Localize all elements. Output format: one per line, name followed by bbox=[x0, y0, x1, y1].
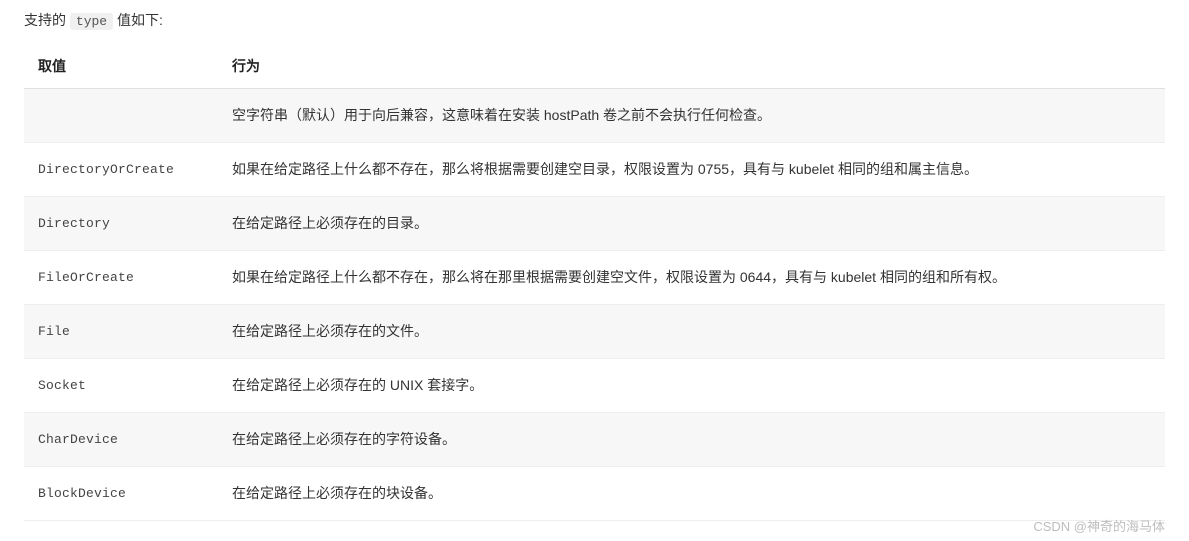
table-row: CharDevice 在给定路径上必须存在的字符设备。 bbox=[24, 413, 1165, 467]
table-row: BlockDevice 在给定路径上必须存在的块设备。 bbox=[24, 467, 1165, 521]
intro-text: 支持的 type 值如下: bbox=[24, 10, 1165, 30]
type-cell: File bbox=[24, 305, 218, 359]
table-row: 空字符串（默认）用于向后兼容，这意味着在安装 hostPath 卷之前不会执行任… bbox=[24, 89, 1165, 143]
table-row: FileOrCreate 如果在给定路径上什么都不存在，那么将在那里根据需要创建… bbox=[24, 251, 1165, 305]
table-header-row: 取值 行为 bbox=[24, 44, 1165, 89]
intro-code: type bbox=[70, 13, 113, 30]
header-col-behavior: 行为 bbox=[218, 44, 1165, 89]
behavior-cell: 在给定路径上必须存在的字符设备。 bbox=[218, 413, 1165, 467]
type-cell: Socket bbox=[24, 359, 218, 413]
type-cell: FileOrCreate bbox=[24, 251, 218, 305]
type-cell: CharDevice bbox=[24, 413, 218, 467]
intro-prefix: 支持的 bbox=[24, 12, 70, 28]
behavior-cell: 在给定路径上必须存在的 UNIX 套接字。 bbox=[218, 359, 1165, 413]
table-row: File 在给定路径上必须存在的文件。 bbox=[24, 305, 1165, 359]
type-table: 取值 行为 空字符串（默认）用于向后兼容，这意味着在安装 hostPath 卷之… bbox=[24, 44, 1165, 521]
type-cell: Directory bbox=[24, 197, 218, 251]
behavior-cell: 在给定路径上必须存在的块设备。 bbox=[218, 467, 1165, 521]
table-row: Directory 在给定路径上必须存在的目录。 bbox=[24, 197, 1165, 251]
behavior-cell: 如果在给定路径上什么都不存在，那么将根据需要创建空目录，权限设置为 0755，具… bbox=[218, 143, 1165, 197]
type-cell: DirectoryOrCreate bbox=[24, 143, 218, 197]
header-col-value: 取值 bbox=[24, 44, 218, 89]
behavior-cell: 空字符串（默认）用于向后兼容，这意味着在安装 hostPath 卷之前不会执行任… bbox=[218, 89, 1165, 143]
behavior-cell: 在给定路径上必须存在的目录。 bbox=[218, 197, 1165, 251]
behavior-cell: 如果在给定路径上什么都不存在，那么将在那里根据需要创建空文件，权限设置为 064… bbox=[218, 251, 1165, 305]
table-row: DirectoryOrCreate 如果在给定路径上什么都不存在，那么将根据需要… bbox=[24, 143, 1165, 197]
table-row: Socket 在给定路径上必须存在的 UNIX 套接字。 bbox=[24, 359, 1165, 413]
type-cell bbox=[24, 89, 218, 143]
intro-suffix: 值如下: bbox=[113, 12, 163, 28]
behavior-cell: 在给定路径上必须存在的文件。 bbox=[218, 305, 1165, 359]
type-cell: BlockDevice bbox=[24, 467, 218, 521]
